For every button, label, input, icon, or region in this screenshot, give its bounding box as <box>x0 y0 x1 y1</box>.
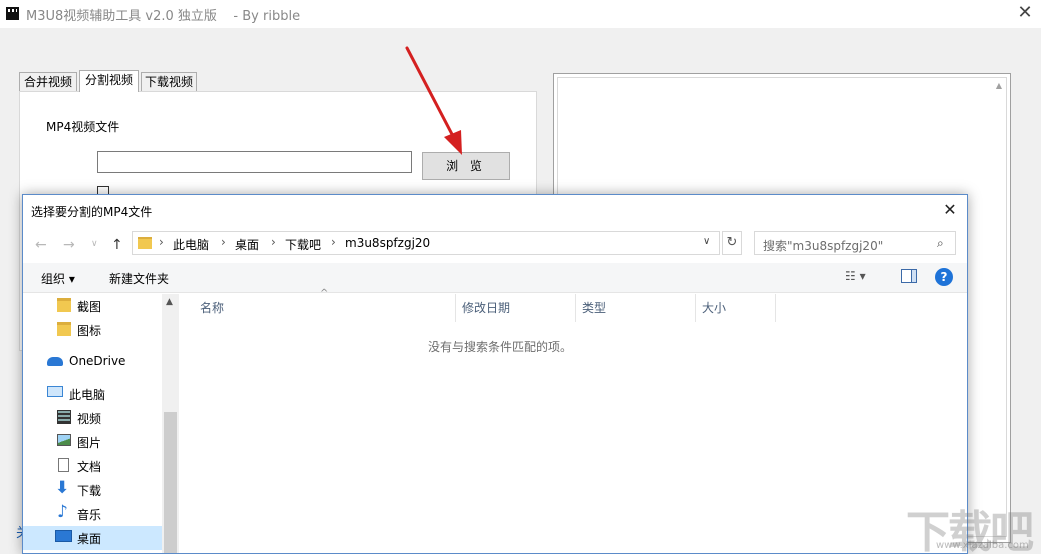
nav-item-label: 桌面 <box>77 532 102 546</box>
breadcrumb-separator: › <box>271 235 276 249</box>
video-icon <box>57 410 71 424</box>
nav-item-onedrive[interactable]: OneDrive <box>23 350 162 374</box>
breadcrumb-current-folder[interactable]: m3u8spfzgj20 <box>345 236 430 250</box>
breadcrumb-xiazaiba[interactable]: 下载吧 <box>285 236 321 253</box>
column-header-size[interactable]: 大小 <box>696 294 776 322</box>
nav-item-label: 下载 <box>77 484 102 498</box>
navigation-pane: 截图 图标 OneDrive 此电脑 视频 图片 文档 ⬇ 下载 ♪ 音乐 桌面 <box>23 294 179 553</box>
folder-icon <box>57 322 71 336</box>
forward-arrow-icon[interactable]: → <box>63 237 75 253</box>
change-view-button[interactable]: ☷ ▾ <box>845 269 866 283</box>
cloud-icon <box>47 357 63 366</box>
back-arrow-icon[interactable]: ← <box>35 237 47 253</box>
help-icon[interactable]: ? <box>935 268 953 286</box>
clapperboard-icon <box>6 7 19 20</box>
nav-item-label: 图片 <box>77 436 102 450</box>
file-list-pane: ^ 名称 修改日期 类型 大小 没有与搜索条件匹配的项。 <box>180 288 967 553</box>
nav-item-label: 图标 <box>77 324 102 338</box>
computer-icon <box>47 386 63 397</box>
breadcrumb-this-pc[interactable]: 此电脑 <box>173 236 209 253</box>
nav-item-screenshots[interactable]: 截图 <box>23 294 162 318</box>
nav-item-videos[interactable]: 视频 <box>23 406 162 430</box>
new-folder-button[interactable]: 新建文件夹 <box>109 270 169 287</box>
breadcrumb-separator: › <box>221 235 226 249</box>
folder-icon <box>138 237 152 249</box>
tab-merge-video[interactable]: 合并视频 <box>19 72 77 92</box>
recent-locations-chevron-icon[interactable]: ∨ <box>91 239 98 249</box>
search-icon[interactable]: ⌕ <box>937 236 944 251</box>
nav-item-desktop[interactable]: 桌面 <box>23 526 162 550</box>
music-icon: ♪ <box>57 502 68 522</box>
column-header-type[interactable]: 类型 <box>576 294 696 322</box>
folder-icon <box>57 298 71 312</box>
organize-button[interactable]: 组织 ▾ <box>41 270 75 287</box>
refresh-button[interactable]: ↻ <box>722 231 742 255</box>
desktop-icon <box>55 530 72 542</box>
nav-item-label: 音乐 <box>77 508 102 522</box>
nav-item-label: OneDrive <box>69 354 126 368</box>
document-icon <box>58 458 69 472</box>
nav-item-music[interactable]: ♪ 音乐 <box>23 502 162 526</box>
nav-item-pictures[interactable]: 图片 <box>23 430 162 454</box>
address-dropdown-chevron-icon[interactable]: ∨ <box>703 236 710 247</box>
nav-scroll-thumb[interactable] <box>164 412 177 553</box>
search-placeholder: 搜索"m3u8spfzgj20" <box>763 239 884 253</box>
breadcrumb-separator: › <box>159 235 164 249</box>
tab-split-video[interactable]: 分割视频 <box>79 70 139 92</box>
search-input[interactable]: 搜索"m3u8spfzgj20" ⌕ <box>754 231 956 255</box>
nav-item-this-pc[interactable]: 此电脑 <box>23 382 162 406</box>
browse-button[interactable]: 浏 览 <box>422 152 510 180</box>
scroll-up-arrow-icon[interactable]: ▲ <box>992 78 1006 94</box>
nav-item-icons[interactable]: 图标 <box>23 318 162 342</box>
tab-download-video[interactable]: 下载视频 <box>141 72 197 92</box>
watermark-url: www.xiazaiba.com <box>936 540 1029 551</box>
dialog-toolbar: 组织 ▾ 新建文件夹 ☷ ▾ ? <box>23 263 967 293</box>
picture-icon <box>57 434 71 446</box>
preview-pane-icon[interactable] <box>901 269 917 283</box>
mp4-path-input[interactable] <box>97 151 412 173</box>
empty-results-message: 没有与搜索条件匹配的项。 <box>427 340 572 354</box>
dialog-close-button[interactable]: ✕ <box>939 200 961 220</box>
column-header-name[interactable]: 名称 <box>194 294 456 322</box>
window-close-button[interactable]: ✕ <box>1012 2 1038 24</box>
nav-item-label: 此电脑 <box>69 388 106 402</box>
nav-item-label: 截图 <box>77 300 102 314</box>
breadcrumb-separator: › <box>331 235 336 249</box>
file-open-dialog: 选择要分割的MP4文件 ✕ ← → ∨ ↑ › 此电脑 › 桌面 › 下载吧 ›… <box>22 194 968 554</box>
address-bar[interactable]: › 此电脑 › 桌面 › 下载吧 › m3u8spfzgj20 ∨ <box>132 231 720 255</box>
column-header-date-modified[interactable]: 修改日期 <box>456 294 576 322</box>
download-icon: ⬇ <box>55 478 70 498</box>
nav-item-label: 文档 <box>77 460 102 474</box>
up-arrow-icon[interactable]: ↑ <box>111 237 123 253</box>
breadcrumb-desktop[interactable]: 桌面 <box>235 236 259 253</box>
mp4-file-label: MP4视频文件 <box>46 120 120 134</box>
scroll-up-arrow-icon[interactable]: ▲ <box>166 297 173 307</box>
nav-item-label: 视频 <box>77 412 102 426</box>
nav-item-documents[interactable]: 文档 <box>23 454 162 478</box>
nav-item-downloads[interactable]: ⬇ 下载 <box>23 478 162 502</box>
option-checkbox[interactable] <box>97 186 109 194</box>
dialog-title: 选择要分割的MP4文件 <box>31 205 153 219</box>
window-title: M3U8视频辅助工具 v2.0 独立版 - By ribble <box>26 9 301 24</box>
